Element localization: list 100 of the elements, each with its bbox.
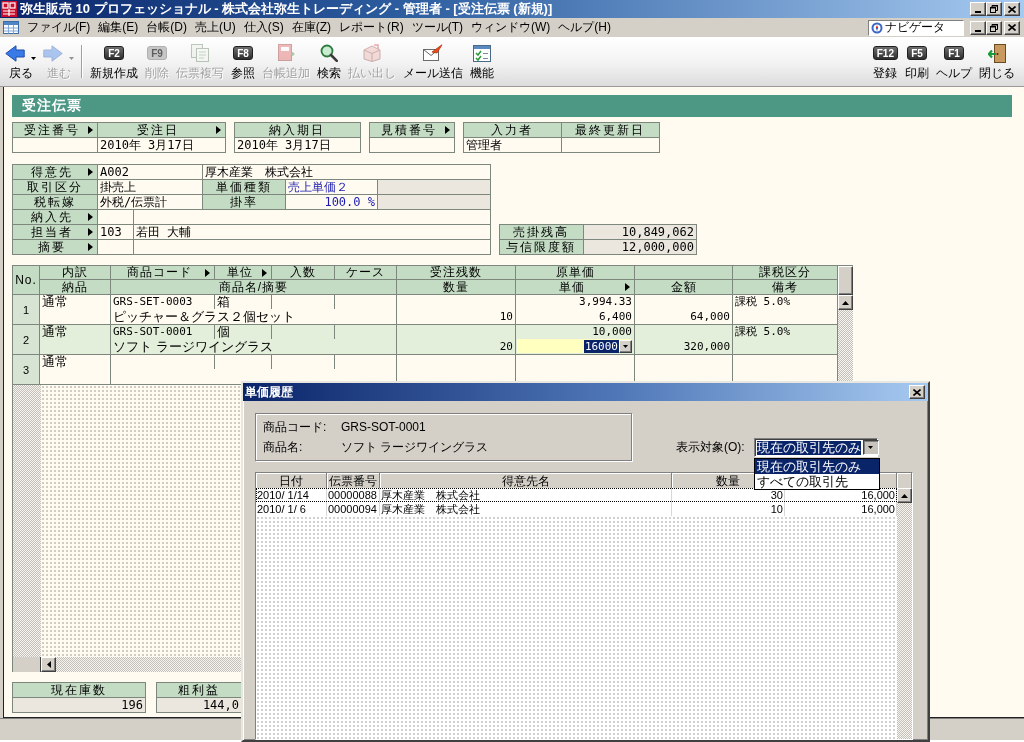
table-row[interactable]: 3 通常 xyxy=(13,355,838,385)
toolbar-button[interactable]: 戻る xyxy=(2,39,39,86)
function-key-badge: F2 xyxy=(104,46,124,60)
close-button[interactable] xyxy=(909,385,925,399)
column-header[interactable]: 単位 xyxy=(215,266,272,280)
field-label: 売掛残高 xyxy=(500,225,584,240)
right-arrow-icon xyxy=(262,268,267,277)
restore-icon xyxy=(990,5,998,13)
menu-item[interactable]: ツール(T) xyxy=(407,18,467,37)
input-field[interactable]: 103 xyxy=(98,225,134,240)
lookup-button[interactable]: 納入先 xyxy=(13,210,98,225)
toolbar-button[interactable]: F1 ヘルプ xyxy=(933,39,975,86)
column-header[interactable]: 単価 xyxy=(516,280,635,295)
restore-button[interactable] xyxy=(986,20,1002,35)
column-header: 課税区分 xyxy=(733,266,838,280)
input-field[interactable]: 掛売上 xyxy=(98,180,203,195)
compass-icon xyxy=(871,21,883,34)
input-field[interactable]: 2010年 3月17日 xyxy=(98,138,226,153)
input-field[interactable] xyxy=(134,240,491,255)
door-icon xyxy=(988,43,1006,63)
close-button[interactable] xyxy=(1004,2,1020,16)
function-key-badge: F8 xyxy=(233,46,253,60)
input-field[interactable] xyxy=(98,240,134,255)
scroll-up-button[interactable] xyxy=(897,488,912,503)
scroll-up-button[interactable] xyxy=(838,295,853,310)
table-cell: 6,400 xyxy=(516,309,635,324)
input-field[interactable]: 管理者 xyxy=(464,138,562,153)
input-field[interactable] xyxy=(134,210,491,225)
lookup-button[interactable]: 受注日 xyxy=(98,123,226,138)
minimize-button[interactable] xyxy=(970,20,986,35)
table-cell: GRS-SOT-0001 xyxy=(111,325,215,339)
menu-item[interactable]: 台帳(D) xyxy=(142,18,191,37)
toolbar-button[interactable]: F2 新規作成 xyxy=(87,39,141,86)
input-field[interactable]: 売上単価２ xyxy=(286,180,378,195)
column-header: No. xyxy=(13,266,40,295)
table-row[interactable]: 2010/ 1/ 6 00000094 厚木産業 株式会社 10 16,000 xyxy=(256,502,897,516)
toolbar-button[interactable]: F5 印刷 xyxy=(902,39,932,86)
row-number: 2 xyxy=(13,325,40,354)
menu-item[interactable]: ウィンドウ(W) xyxy=(467,18,555,37)
input-field[interactable]: 100.0 % xyxy=(286,195,378,210)
table-row[interactable]: 2 通常 GRS-SOT-0001 個 ソフト ラージワイングラス 20 10,000 16000 320,000 課税 5.0% xyxy=(13,325,838,355)
lookup-button[interactable]: 見積番号 xyxy=(370,123,455,138)
menu-item[interactable]: ヘルプ(H) xyxy=(554,18,615,37)
menu-item[interactable]: レポート(R) xyxy=(335,18,408,37)
dropdown-button[interactable] xyxy=(862,440,879,455)
input-field[interactable] xyxy=(98,210,134,225)
table-cell: ピッチャー＆グラス２個セット xyxy=(111,309,397,324)
lookup-button[interactable]: 得意先 xyxy=(13,165,98,180)
close-button[interactable] xyxy=(1004,20,1020,35)
lookup-button[interactable]: 担当者 xyxy=(13,225,98,240)
input-field[interactable]: 厚木産業 株式会社 xyxy=(203,165,491,180)
menu-item[interactable]: ファイル(F) xyxy=(23,18,95,37)
function-key-badge: F1 xyxy=(944,46,964,60)
field-label: 商品名: xyxy=(263,438,304,456)
toolbar-button[interactable]: F8 参照 xyxy=(228,39,258,86)
dropdown-field[interactable]: 現在の取引先のみ xyxy=(753,438,878,457)
table-row[interactable]: 1 通常 GRS-SET-0003 箱 ピッチャー＆グラス２個セット 10 3,994.33 6,400 64,000 課税 5.0% xyxy=(13,295,838,325)
menu-item[interactable]: 在庫(Z) xyxy=(287,18,335,37)
row-number: 3 xyxy=(13,355,40,384)
checklist-icon xyxy=(473,44,491,62)
toolbar-button[interactable]: メール送信 xyxy=(400,39,466,86)
toolbar-button[interactable]: 検索 xyxy=(314,39,344,86)
input-field[interactable]: 2010年 3月17日 xyxy=(235,138,361,153)
restore-button[interactable] xyxy=(986,2,1002,16)
table-cell: 20 xyxy=(397,339,516,354)
table-row[interactable]: 2010/ 1/14 00000088 厚木産業 株式会社 30 16,000 xyxy=(256,488,897,502)
input-field[interactable] xyxy=(370,138,455,153)
input-field[interactable] xyxy=(562,138,660,153)
function-key-badge: F9 xyxy=(147,46,167,60)
scroll-left-button[interactable] xyxy=(41,657,56,672)
toolbar-button[interactable]: F12 登録 xyxy=(869,39,901,86)
toolbar-button[interactable]: 閉じる xyxy=(976,39,1018,86)
column-header: 数量 xyxy=(397,280,516,295)
readonly-field: 10,849,062 xyxy=(584,225,697,240)
lookup-button[interactable]: 摘要 xyxy=(13,240,98,255)
toolbar-button[interactable]: 機能 xyxy=(467,39,497,86)
readonly-field: 144,0 xyxy=(157,698,242,713)
input-field[interactable]: 若田 大輔 xyxy=(134,225,491,240)
menu-item[interactable]: 編集(E) xyxy=(94,18,143,37)
close-icon xyxy=(1008,24,1016,31)
input-field[interactable]: A002 xyxy=(98,165,203,180)
function-key-badge: F12 xyxy=(872,46,898,60)
input-field[interactable]: 外税/伝票計 xyxy=(98,195,203,210)
dropdown-option[interactable]: 現在の取引先のみ xyxy=(755,459,879,474)
column-header: 入数 xyxy=(272,266,335,280)
navigator-button[interactable]: ナビゲータ xyxy=(868,19,964,36)
field-value: ソフト ラージワイングラス xyxy=(341,438,490,456)
envelope-icon xyxy=(423,44,443,62)
right-arrow-icon xyxy=(88,126,93,134)
minimize-button[interactable] xyxy=(970,2,986,16)
readonly-field: 196 xyxy=(13,698,146,713)
lookup-button[interactable]: 受注番号 xyxy=(13,123,98,138)
minimize-icon xyxy=(975,29,981,32)
price-input-field[interactable]: 16000 xyxy=(517,339,632,353)
field-label: 最終更新日 xyxy=(562,123,660,138)
menu-item[interactable]: 売上(U) xyxy=(191,18,240,37)
input-field[interactable] xyxy=(13,138,98,153)
caret-icon xyxy=(623,344,628,348)
column-header[interactable]: 商品コード xyxy=(111,266,215,280)
menu-item[interactable]: 仕入(S) xyxy=(239,18,288,37)
